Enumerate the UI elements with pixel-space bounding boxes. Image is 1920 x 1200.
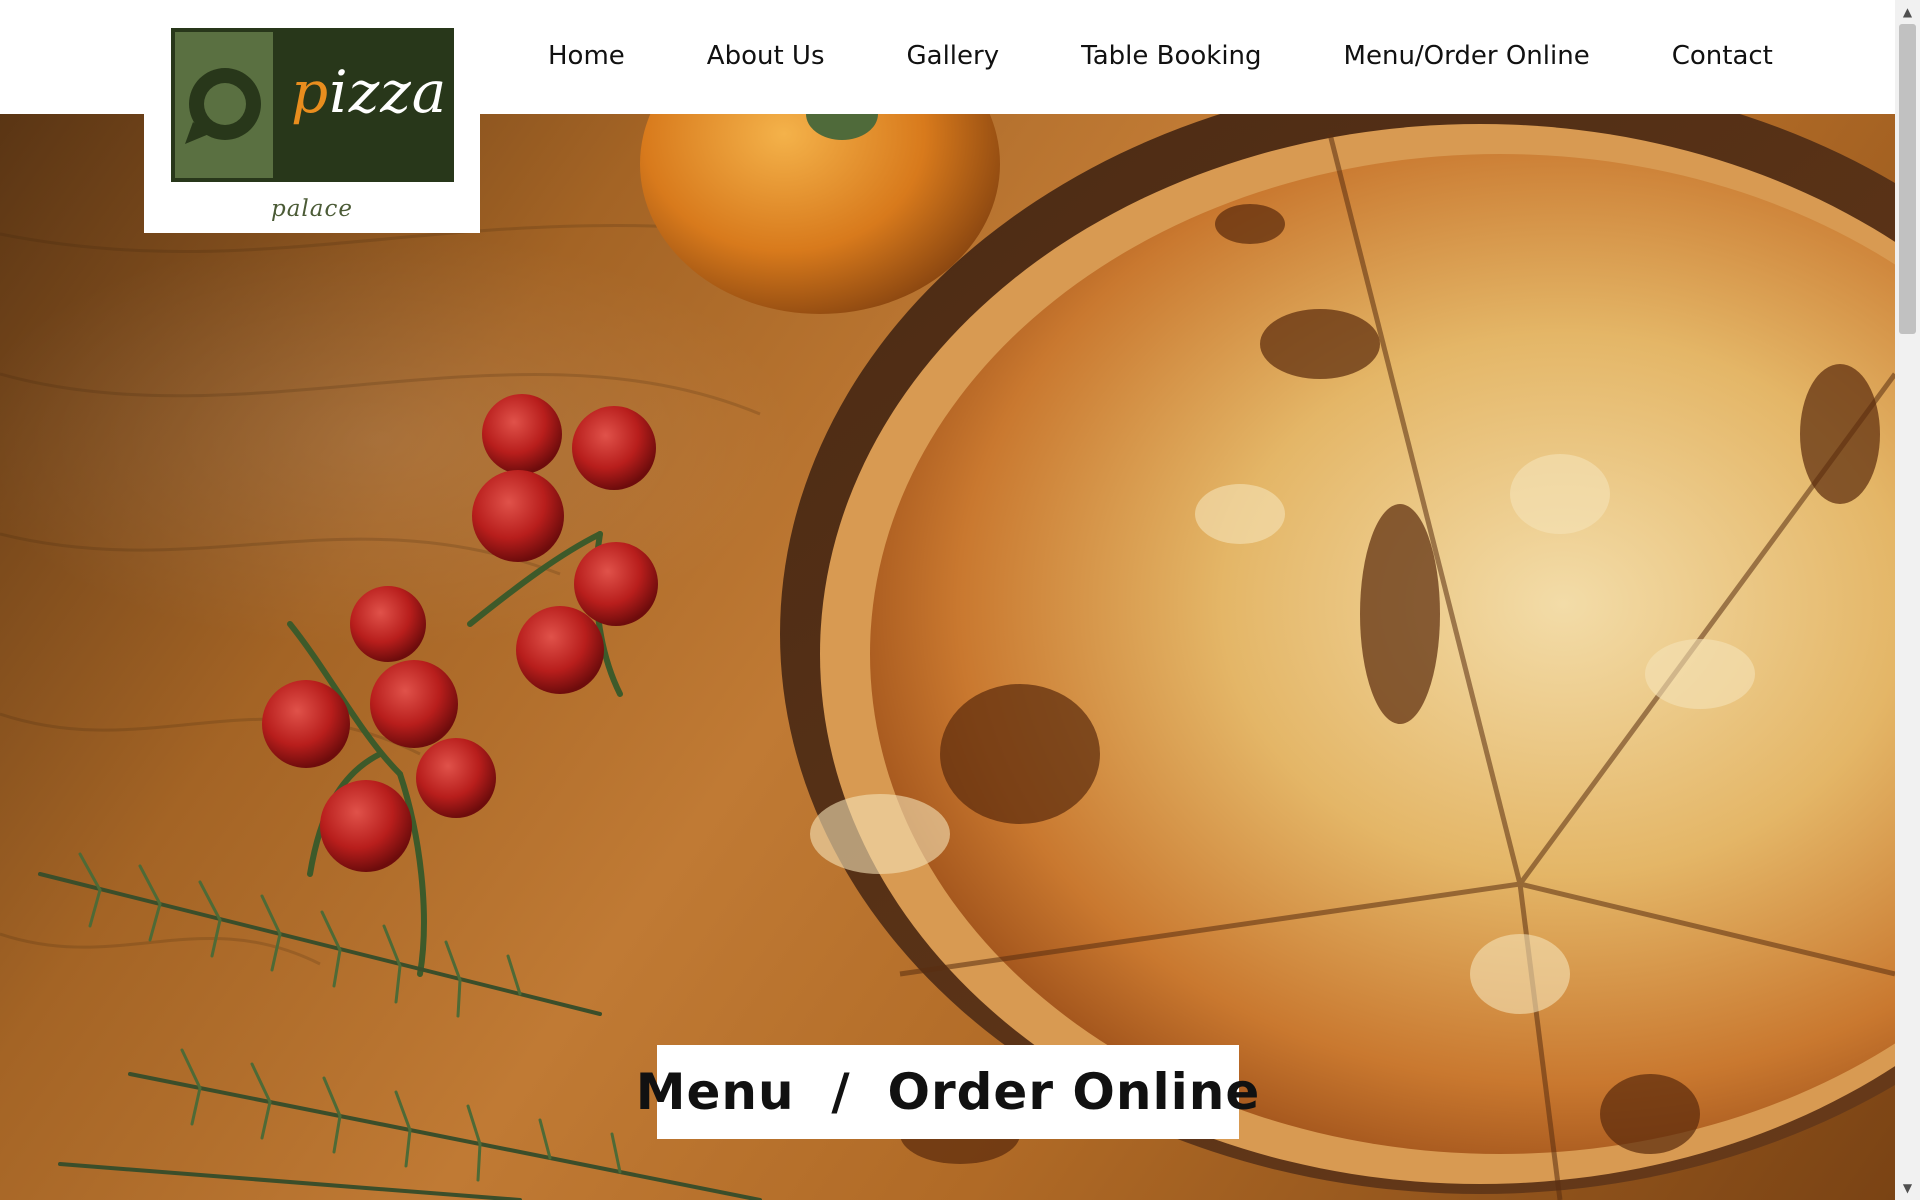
hero-illustration: [0, 114, 1895, 1200]
hero-image: Menu / Order Online: [0, 114, 1895, 1200]
scrollbar-thumb[interactable]: [1899, 24, 1916, 334]
logo-box: pizza: [171, 28, 454, 182]
logo-wordmark-first: p: [291, 58, 330, 126]
page-scrollbar[interactable]: ▲ ▼: [1895, 0, 1920, 1200]
logo-tile: [175, 32, 273, 178]
speech-bubble-icon: [185, 68, 261, 144]
nav-menu-order-online[interactable]: Menu/Order Online: [1344, 41, 1590, 71]
scroll-down-arrow-icon[interactable]: ▼: [1895, 1178, 1920, 1198]
nav-table-booking[interactable]: Table Booking: [1081, 41, 1261, 71]
hero-caption-text: Menu / Order Online: [635, 1063, 1261, 1121]
nav-gallery[interactable]: Gallery: [907, 41, 1000, 71]
logo-wordmark: pizza: [291, 58, 447, 126]
nav-home[interactable]: Home: [548, 41, 625, 71]
scroll-up-arrow-icon[interactable]: ▲: [1895, 2, 1920, 22]
main-nav: Home About Us Gallery Table Booking Menu…: [520, 38, 1814, 74]
hero-caption[interactable]: Menu / Order Online: [636, 1045, 1259, 1139]
logo-subtitle: palace: [271, 196, 353, 222]
logo-wordmark-rest: izza: [329, 58, 448, 126]
page: Home About Us Gallery Table Booking Menu…: [0, 0, 1920, 1200]
nav-about-us[interactable]: About Us: [707, 41, 825, 71]
logo[interactable]: pizza palace: [144, 0, 480, 233]
nav-contact[interactable]: Contact: [1672, 41, 1773, 71]
